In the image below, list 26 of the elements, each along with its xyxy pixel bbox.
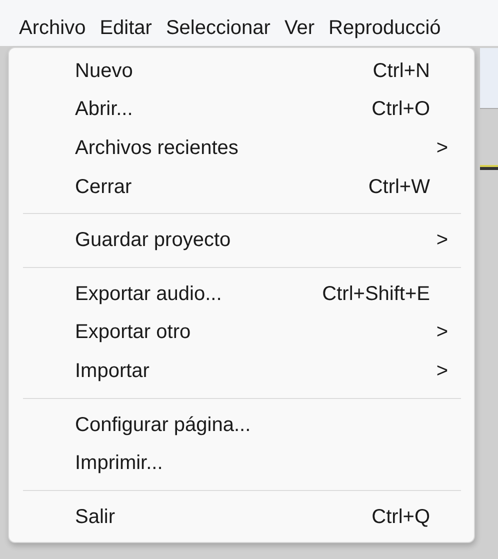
menu-bar-item[interactable]: Seleccionar [160,14,276,42]
menu-item[interactable]: Guardar proyecto > [9,221,474,260]
menu-bar-item[interactable]: Editar [94,14,157,42]
menu-item[interactable]: Archivos recientes > [9,129,474,168]
menu-item[interactable]: Exportar audio... Ctrl+Shift+E [9,274,474,314]
menu-item[interactable]: Exportar otro > [9,314,474,352]
menu-item[interactable]: Importar > [9,352,474,391]
shortcut-text: Ctrl+W [368,176,430,199]
toolbar-panel [480,48,498,109]
submenu-arrow: > [436,360,448,383]
menu-bar-item[interactable]: Archivo [14,14,91,42]
shortcut-text: Ctrl+Shift+E [322,282,430,306]
shortcut-text: Ctrl+N [372,60,430,83]
menu-bar-item[interactable]: Ver [279,14,320,42]
shortcut-text: Ctrl+O [372,98,430,122]
submenu-arrow: > [436,136,448,160]
menu-item[interactable]: Nuevo Ctrl+N [9,52,474,91]
shortcut-text: Ctrl+Q [372,506,430,529]
menu-bar-item[interactable]: Reproducció [324,14,446,42]
menu-item[interactable]: Cerrar Ctrl+W [9,168,474,206]
menu-item[interactable]: Abrir... Ctrl+O [9,90,474,130]
menu-item[interactable]: Imprimir... [9,444,474,483]
submenu-arrow: > [436,321,448,344]
menu-item[interactable]: Configurar página... [9,406,474,444]
menu-item[interactable]: Salir Ctrl+Q [9,498,474,537]
submenu-arrow: > [436,229,448,252]
